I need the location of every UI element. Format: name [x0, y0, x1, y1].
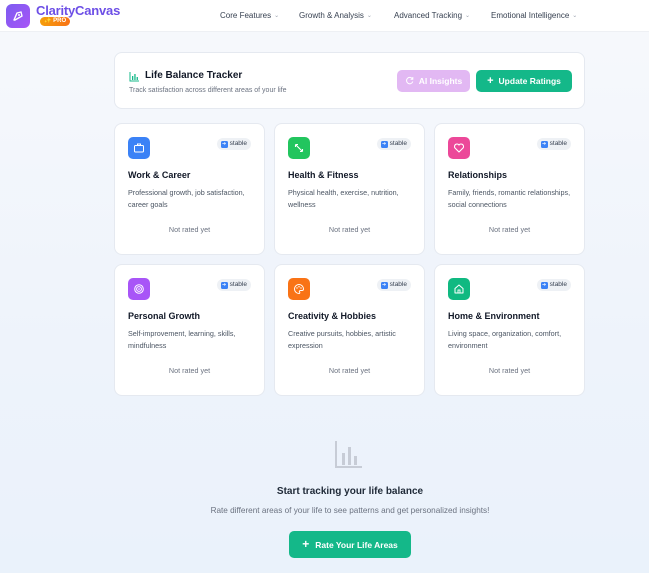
nav-emotional-intelligence[interactable]: Emotional Intelligence ⌄: [491, 11, 577, 20]
arrow-right-icon: ➜: [380, 140, 388, 148]
page-title: Life Balance Tracker: [145, 70, 243, 81]
refresh-icon: [405, 76, 414, 87]
rate-life-areas-label: Rate Your Life Areas: [315, 539, 398, 550]
plus-icon: +: [487, 74, 494, 87]
area-card-relationships[interactable]: ➜ stable Relationships Family, friends, r…: [434, 123, 585, 255]
area-description: Physical health, exercise, nutrition, we…: [288, 188, 399, 209]
area-title: Personal Growth: [128, 311, 201, 321]
home-icon: [448, 278, 470, 300]
trend-badge: ➜ stable: [216, 279, 251, 291]
arrow-right-icon: ➜: [540, 140, 548, 148]
chevron-down-icon: ⌄: [274, 13, 280, 19]
trend-badge: ➜ stable: [536, 138, 571, 150]
nav-label: Growth & Analysis: [299, 11, 364, 20]
chevron-down-icon: ⌄: [465, 13, 471, 19]
area-description: Professional growth, job satisfaction, c…: [128, 188, 245, 209]
area-description: Family, friends, romantic relationships,…: [448, 188, 571, 209]
plus-icon: +: [302, 537, 310, 551]
trend-badge: ➜ stable: [216, 138, 251, 150]
area-card-creativity-hobbies[interactable]: ➜ stable Creativity & Hobbies Creative pu…: [274, 264, 425, 396]
area-status: Not rated yet: [168, 366, 211, 375]
chevron-down-icon: ⌄: [366, 13, 372, 19]
area-card-work-career[interactable]: ➜ stable Work & Career Professional growt…: [114, 123, 265, 255]
area-status: Not rated yet: [488, 225, 531, 234]
empty-state-subtitle: Rate different areas of your life to see…: [210, 506, 490, 515]
arrow-right-icon: ➜: [220, 281, 228, 289]
palette-icon: [288, 278, 310, 300]
update-ratings-button[interactable]: + Update Ratings: [476, 70, 572, 92]
area-title: Creativity & Hobbies: [288, 311, 377, 321]
area-card-health-fitness[interactable]: ➜ stable Health & Fitness Physical health…: [274, 123, 425, 255]
trend-label: stable: [229, 281, 247, 288]
empty-state-title: Start tracking your life balance: [276, 486, 424, 497]
area-title: Work & Career: [128, 170, 191, 180]
trend-label: stable: [389, 281, 407, 288]
ai-insights-label: AI Insights: [418, 76, 463, 86]
page-subtitle: Track satisfaction across different area…: [129, 87, 287, 94]
nav-label: Advanced Tracking: [394, 11, 463, 20]
trend-badge: ➜ stable: [376, 279, 411, 291]
area-description: Living space, organization, comfort, env…: [448, 329, 562, 350]
nav-label: Emotional Intelligence: [491, 11, 570, 20]
trend-badge: ➜ stable: [536, 279, 571, 291]
chevron-down-icon: ⌄: [572, 13, 578, 19]
trend-label: stable: [389, 140, 407, 147]
area-status: Not rated yet: [168, 225, 211, 234]
nav-advanced-tracking[interactable]: Advanced Tracking ⌄: [394, 11, 470, 20]
bar-chart-icon: [129, 69, 140, 87]
area-status: Not rated yet: [328, 366, 371, 375]
nav-growth-analysis[interactable]: Growth & Analysis ⌄: [299, 11, 372, 20]
heart-icon: [448, 137, 470, 159]
nav-core-features[interactable]: Core Features ⌄: [220, 11, 279, 20]
expand-icon: [288, 137, 310, 159]
area-description: Creative pursuits, hobbies, artistic exp…: [288, 329, 396, 350]
trend-label: stable: [229, 140, 247, 147]
update-ratings-label: Update Ratings: [498, 76, 561, 86]
area-title: Health & Fitness: [288, 170, 359, 180]
area-status: Not rated yet: [488, 366, 531, 375]
trend-label: stable: [549, 281, 567, 288]
area-title: Home & Environment: [448, 311, 540, 321]
empty-chart-icon: [333, 438, 365, 475]
briefcase-icon: [128, 137, 150, 159]
trend-label: stable: [549, 140, 567, 147]
pro-badge: ✨ PRO: [40, 17, 71, 26]
rate-life-areas-button[interactable]: + Rate Your Life Areas: [289, 531, 411, 558]
area-title: Relationships: [448, 170, 508, 180]
arrow-right-icon: ➜: [380, 281, 388, 289]
arrow-right-icon: ➜: [540, 281, 548, 289]
target-icon: [128, 278, 150, 300]
area-card-home-environment[interactable]: ➜ stable Home & Environment Living space,…: [434, 264, 585, 396]
area-card-personal-growth[interactable]: ➜ stable Personal Growth Self-improvement…: [114, 264, 265, 396]
logo-icon[interactable]: [6, 4, 30, 28]
arrow-right-icon: ➜: [220, 140, 228, 148]
area-status: Not rated yet: [328, 225, 371, 234]
trend-badge: ➜ stable: [376, 138, 411, 150]
brand-name[interactable]: ClarityCanvas: [36, 3, 120, 18]
nav-label: Core Features: [220, 11, 272, 20]
top-header: ClarityCanvas ✨ PRO Core Features ⌄ Grow…: [0, 0, 649, 32]
ai-insights-button[interactable]: AI Insights: [397, 70, 470, 92]
life-balance-header-card: Life Balance Tracker Track satisfaction …: [114, 52, 585, 109]
area-description: Self-improvement, learning, skills, mind…: [128, 329, 236, 350]
